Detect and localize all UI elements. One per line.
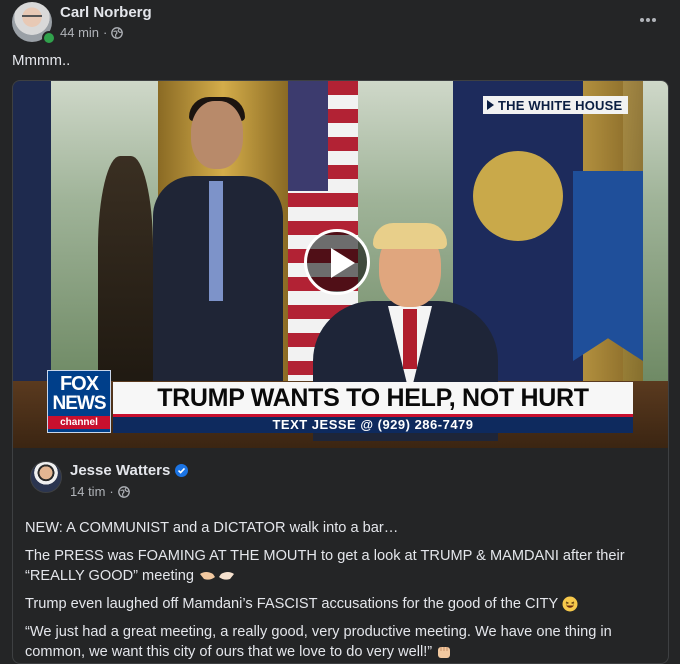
more-dot-icon	[646, 18, 650, 22]
fox-news-logo: FOX NEWS channel	[47, 370, 111, 433]
embedded-post: Jesse Watters 14 tim · NEW: A COMMUNIST …	[13, 448, 668, 663]
flag	[13, 81, 51, 381]
news-chyron: FOX NEWS channel TRUMP WANTS TO HELP, NO…	[47, 370, 652, 433]
chyron-subline: TEXT JESSE @ (929) 286-7479	[113, 417, 633, 433]
embedded-author: Jesse Watters	[70, 462, 189, 479]
embedded-meta: 14 tim ·	[70, 484, 130, 499]
play-icon	[331, 248, 355, 278]
more-dot-icon	[640, 18, 644, 22]
head	[191, 101, 243, 169]
author-name[interactable]: Carl Norberg	[60, 4, 152, 21]
globe-icon[interactable]	[111, 26, 124, 39]
post-text: Mmmm..	[12, 52, 71, 69]
embedded-author-avatar[interactable]	[30, 461, 62, 493]
bug-label: THE WHITE HOUSE	[498, 97, 623, 113]
paragraph-text: Trump even laughed off Mamdani’s FASCIST…	[25, 596, 558, 612]
paragraph-text: NEW: A COMMUNIST and a DICTATOR walk int…	[25, 520, 399, 536]
post-meta: 44 min ·	[60, 25, 124, 40]
online-status-dot	[42, 31, 56, 45]
embedded-paragraph: NEW: A COMMUNIST and a DICTATOR walk int…	[25, 518, 660, 538]
shared-post-card[interactable]: THE WHITE HOUSE FOX NEWS channel TRUMP W…	[12, 80, 669, 664]
post-header: Carl Norberg 44 min ·	[12, 2, 668, 45]
paragraph-text: “We just had a great meeting, a really g…	[25, 624, 612, 660]
play-button[interactable]	[304, 229, 370, 295]
handshake-emoji-icon	[200, 572, 235, 580]
tie	[403, 309, 417, 369]
more-dot-icon	[652, 18, 656, 22]
flag	[573, 171, 643, 361]
hair	[373, 223, 447, 249]
meta-separator: ·	[103, 25, 108, 40]
logo-line2: NEWS	[52, 393, 107, 414]
meta-separator: ·	[109, 484, 114, 499]
more-options-button[interactable]	[636, 8, 660, 32]
verified-badge-icon	[175, 464, 189, 477]
chyron-headline: TRUMP WANTS TO HELP, NOT HURT	[113, 382, 633, 417]
logo-line3: channel	[48, 416, 110, 429]
embedded-time[interactable]: 14 tim	[70, 484, 105, 499]
fist-emoji-icon	[438, 647, 451, 659]
laughing-emoji-icon	[562, 596, 578, 612]
embedded-paragraph: Trump even laughed off Mamdani’s FASCIST…	[25, 594, 660, 614]
globe-icon[interactable]	[117, 485, 130, 498]
embedded-paragraph: “We just had a great meeting, a really g…	[25, 622, 660, 662]
embedded-author-name[interactable]: Jesse Watters	[70, 462, 170, 479]
statue	[98, 156, 153, 386]
video-player[interactable]: THE WHITE HOUSE FOX NEWS channel TRUMP W…	[13, 81, 668, 448]
play-triangle-icon	[487, 100, 494, 110]
logo-line1: FOX	[59, 373, 99, 395]
white-house-bug: THE WHITE HOUSE	[483, 96, 629, 114]
tie	[209, 181, 223, 301]
paragraph-text: The PRESS was FOAMING AT THE MOUTH to ge…	[25, 548, 625, 584]
post-time[interactable]: 44 min	[60, 25, 99, 40]
embedded-paragraph: The PRESS was FOAMING AT THE MOUTH to ge…	[25, 546, 660, 586]
